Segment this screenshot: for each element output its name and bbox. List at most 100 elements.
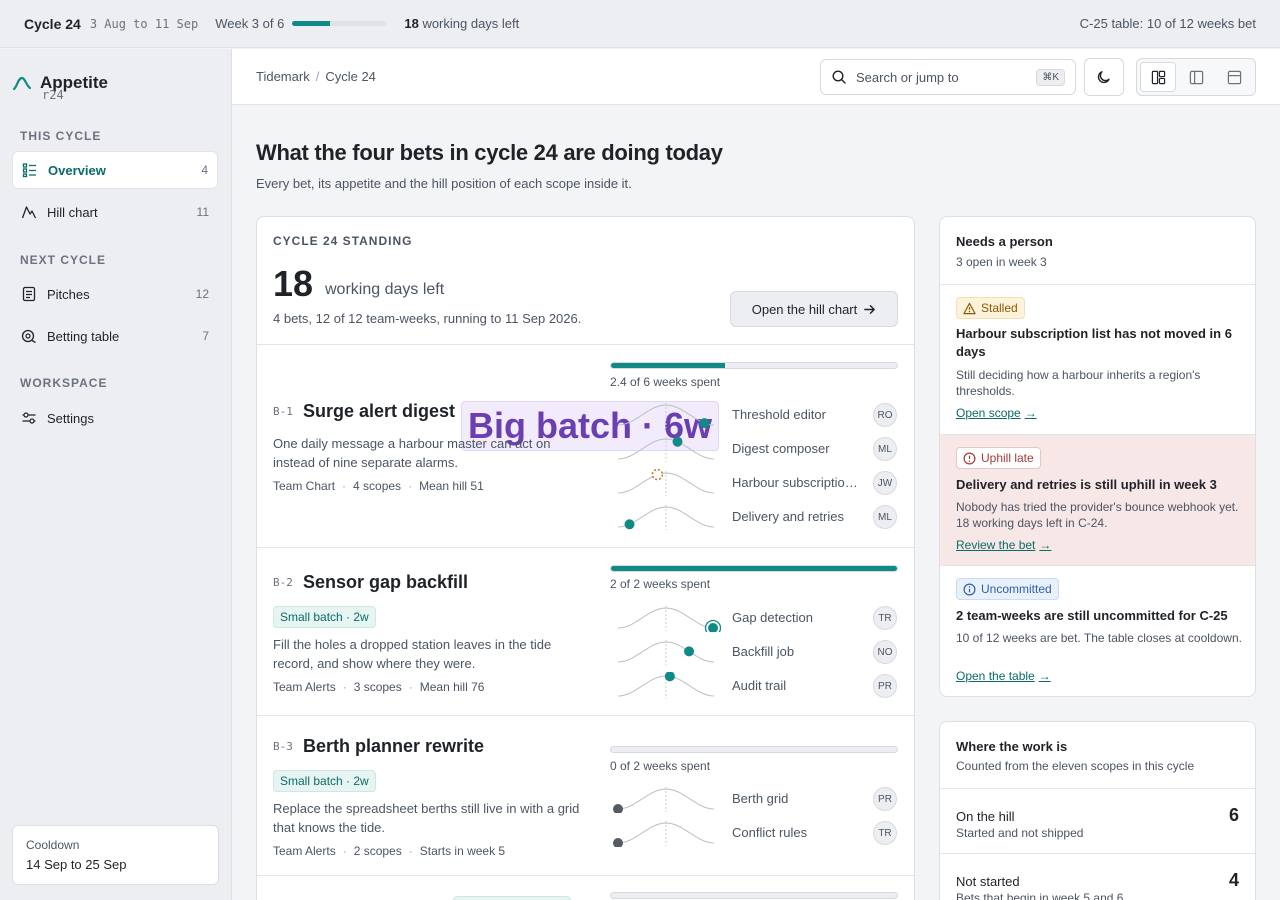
- hill-icon: [21, 206, 37, 219]
- scope-row[interactable]: Harbour subscription list JW: [610, 469, 898, 497]
- scope-position-dot: [624, 519, 635, 530]
- sidebar-item-count: 11: [196, 205, 209, 219]
- bet-row[interactable]: B-1 Surge alert digest Big batch · 6w On…: [257, 344, 914, 547]
- sidebar-item-pitches[interactable]: Pitches 12: [12, 275, 218, 313]
- theme-toggle-button[interactable]: [1084, 58, 1124, 96]
- needs-title: Needs a person: [956, 234, 1053, 249]
- scope-row[interactable]: Delivery and retries ML: [610, 503, 898, 531]
- standing-days-label: working days left: [325, 281, 445, 298]
- work-row-title: On the hill: [956, 809, 1015, 824]
- standing-days-number: 18: [273, 263, 314, 304]
- brand[interactable]: Appetite r24: [12, 73, 108, 102]
- bet-progress-bar: [610, 746, 898, 753]
- owner-avatar: NO: [873, 640, 897, 664]
- standing-summary: 4 bets, 12 of 12 team-weeks, running to …: [273, 311, 582, 326]
- sidebar-item-overview[interactable]: Overview 4: [12, 151, 218, 189]
- bet-scope-count: 3 scopes: [353, 680, 402, 694]
- uncommitted-tag: Uncommitted: [956, 578, 1059, 600]
- scope-name: Conflict rules: [732, 825, 808, 840]
- search-placeholder: Search or jump to: [856, 69, 959, 85]
- meta-dot: ·: [342, 844, 347, 858]
- scope-hill-mini-chart: [613, 821, 715, 847]
- bet-name[interactable]: Sensor gap backfill: [303, 572, 468, 593]
- open-hill-chart-button[interactable]: Open the hill chart: [730, 291, 898, 327]
- sidebar-item-label: Overview: [48, 162, 106, 178]
- work-row[interactable]: On the hill Started and not shipped 6: [940, 788, 1255, 853]
- meta-dot: ·: [408, 680, 413, 694]
- bet-code: B-3: [273, 740, 293, 753]
- week-indicator: Week 3 of 6: [215, 16, 285, 31]
- layout-header-button[interactable]: [1216, 62, 1252, 92]
- review-bet-link[interactable]: Review the bet →: [956, 538, 1051, 552]
- breadcrumb-cycle[interactable]: Cycle 24: [325, 69, 376, 84]
- search-input[interactable]: Search or jump to ⌘K: [820, 59, 1076, 95]
- cycle-status-bar: Cycle 24 3 Aug to 11 Sep Week 3 of 6 18 …: [0, 0, 1280, 48]
- scope-row[interactable]: Digest composer ML: [610, 435, 898, 463]
- alert-item: Uncommitted 2 team-weeks are still uncom…: [940, 565, 1255, 696]
- open-table-link[interactable]: Open the table →: [956, 669, 1051, 683]
- needs-subtitle: 3 open in week 3: [956, 255, 1047, 269]
- alert-body: 10 of 12 weeks are bet. The table closes…: [956, 631, 1242, 645]
- page-subtitle: Every bet, its appetite and the hill pos…: [256, 176, 632, 191]
- scope-hill-mini-chart: [617, 640, 715, 665]
- work-row[interactable]: Not started Bets that begin in week 5 an…: [940, 853, 1255, 900]
- tag-label: Uphill late: [981, 451, 1034, 465]
- cooldown-dates: 14 Sep to 25 Sep: [26, 857, 127, 872]
- layout-split-button[interactable]: [1140, 62, 1176, 92]
- bet-code: B-1: [273, 405, 293, 418]
- days-left-label: working days left: [422, 16, 520, 31]
- alert-title: Harbour subscription list has not moved …: [956, 326, 1232, 359]
- bet-row[interactable]: [257, 875, 914, 900]
- scope-row[interactable]: Backfill job NO: [610, 638, 898, 666]
- sidebar-item-label: Betting table: [47, 328, 120, 344]
- alert-item: Uphill late Delivery and retries is stil…: [940, 434, 1255, 565]
- appetite-badge: [453, 896, 571, 900]
- sidebar-item-settings[interactable]: Settings: [12, 399, 218, 437]
- meta-dot: ·: [342, 680, 347, 694]
- sidebar: Appetite r24 THIS CYCLE Overview 4 Hill …: [0, 49, 232, 900]
- owner-avatar: RO: [873, 403, 897, 427]
- owner-avatar: JW: [873, 471, 897, 495]
- scope-row[interactable]: Conflict rules TR: [610, 819, 898, 847]
- work-row-subtitle: Started and not shipped: [956, 826, 1084, 840]
- owner-avatar: TR: [873, 821, 897, 845]
- open-scope-link[interactable]: Open scope →: [956, 406, 1037, 420]
- breadcrumb-separator: /: [315, 69, 320, 84]
- bet-meta: Team Alerts · 3 scopes · Mean hill 76: [273, 680, 484, 694]
- alert-title: 2 team-weeks are still uncommitted for C…: [956, 608, 1228, 623]
- scope-row[interactable]: Audit trail PR: [610, 672, 898, 700]
- sidebar-item-hill-chart[interactable]: Hill chart 11: [12, 193, 218, 231]
- scope-row[interactable]: Gap detection TR: [610, 604, 898, 632]
- bet-name[interactable]: Surge alert digest: [303, 401, 455, 422]
- work-row-subtitle: Bets that begin in week 5 and 6: [956, 891, 1124, 900]
- owner-avatar: PR: [873, 787, 897, 811]
- scope-position-dot: [613, 804, 623, 813]
- sidebar-item-count: 7: [202, 329, 209, 343]
- days-left-number: 18: [404, 16, 419, 31]
- page-title: What the four bets in cycle 24 are doing…: [256, 140, 723, 165]
- scope-row[interactable]: Berth grid PR: [610, 785, 898, 813]
- alert-circle-icon: [963, 452, 976, 464]
- breadcrumb-workspace[interactable]: Tidemark: [256, 69, 310, 84]
- alert-title: Delivery and retries is still uphill in …: [956, 477, 1217, 492]
- appetite-badge: Small batch · 2w: [273, 606, 376, 628]
- layout-sidebar-button[interactable]: [1178, 62, 1214, 92]
- meta-dot: ·: [408, 479, 413, 493]
- bet-name[interactable]: Berth planner rewrite: [303, 736, 484, 757]
- sidebar-item-betting-table[interactable]: Betting table 7: [12, 317, 218, 355]
- scope-hill-mini-chart: [613, 787, 715, 813]
- bet-row[interactable]: B-2 Sensor gap backfill Small batch · 2w…: [257, 547, 914, 715]
- cycle-standing-card: CYCLE 24 STANDING 18 working days left 4…: [256, 216, 915, 900]
- scope-position-dot: [672, 436, 683, 447]
- bet-team: Team Alerts: [273, 680, 336, 694]
- scope-name: Digest composer: [732, 441, 830, 456]
- bet-row[interactable]: B-3 Berth planner rewrite Small batch · …: [257, 715, 914, 875]
- bet-description: Fill the holes a dropped station leaves …: [273, 637, 552, 671]
- arrow-right-icon: →: [1024, 406, 1037, 420]
- week-progress-fill: [292, 21, 330, 26]
- scope-hill-mini-chart: [617, 672, 715, 699]
- bet-progress-text: 2.4 of 6 weeks spent: [610, 375, 721, 389]
- warning-icon: [963, 302, 976, 314]
- cooldown-card[interactable]: Cooldown 14 Sep to 25 Sep: [12, 825, 219, 885]
- scope-row[interactable]: Threshold editor RO: [610, 401, 898, 429]
